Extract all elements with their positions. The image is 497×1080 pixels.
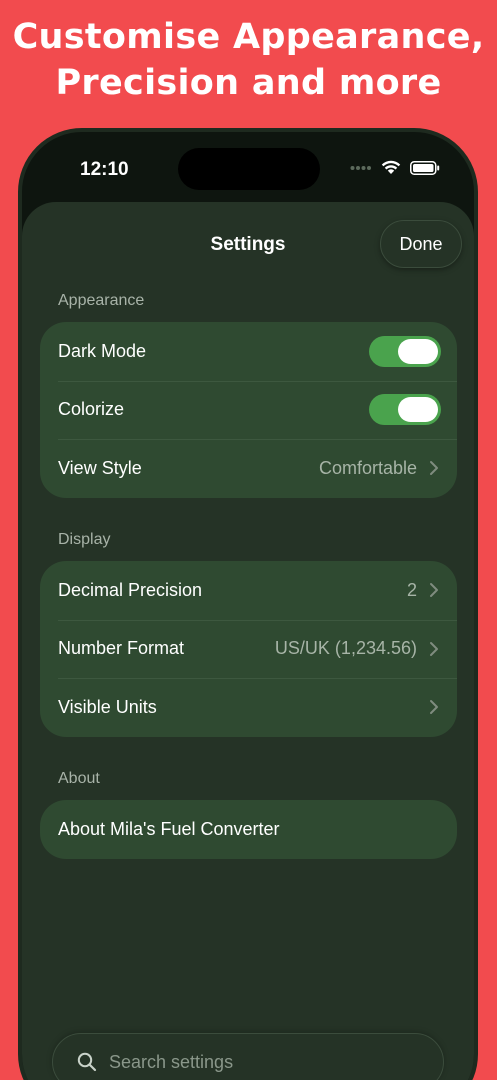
row-about-app[interactable]: About Mila's Fuel Converter bbox=[40, 800, 457, 859]
status-time: 12:10 bbox=[80, 159, 129, 180]
chevron-right-icon bbox=[430, 461, 438, 476]
toggle-knob bbox=[398, 397, 438, 423]
status-icons bbox=[350, 160, 440, 175]
battery-icon bbox=[410, 160, 440, 175]
about-group: About Mila's Fuel Converter bbox=[40, 800, 457, 859]
promo-headline: Customise Appearance, Precision and more bbox=[0, 14, 497, 106]
dynamic-island bbox=[178, 148, 320, 190]
headline-line-1: Customise Appearance, bbox=[12, 17, 485, 57]
search-bar bbox=[52, 1033, 444, 1080]
view-style-value: Comfortable bbox=[318, 457, 417, 478]
number-format-value: US/UK (1,234.56) bbox=[274, 638, 417, 659]
status-bar: 12:10 bbox=[22, 132, 474, 204]
done-button[interactable]: Done bbox=[380, 220, 462, 268]
row-dark-mode: Dark Mode bbox=[40, 322, 457, 381]
visible-units-label: Visible Units bbox=[58, 696, 157, 717]
dark-mode-label: Dark Mode bbox=[58, 340, 147, 361]
number-format-label: Number Format bbox=[58, 638, 185, 659]
decimal-precision-label: Decimal Precision bbox=[58, 579, 203, 600]
row-decimal-precision[interactable]: Decimal Precision 2 bbox=[40, 561, 457, 620]
section-label-appearance: Appearance bbox=[58, 292, 145, 309]
wifi-icon bbox=[381, 160, 401, 174]
display-group: Decimal Precision 2 Number Format US/UK … bbox=[40, 561, 457, 737]
row-view-style[interactable]: View Style Comfortable bbox=[40, 439, 457, 498]
chevron-right-icon bbox=[430, 583, 438, 598]
row-colorize: Colorize bbox=[40, 380, 457, 440]
toggle-knob bbox=[398, 338, 438, 364]
section-label-display: Display bbox=[58, 531, 111, 548]
chevron-right-icon bbox=[430, 641, 438, 656]
settings-sheet: Settings Done Appearance Dark Mode Color… bbox=[22, 202, 474, 1080]
row-number-format[interactable]: Number Format US/UK (1,234.56) bbox=[40, 619, 457, 679]
about-app-label: About Mila's Fuel Converter bbox=[58, 818, 280, 839]
search-input[interactable] bbox=[109, 1051, 409, 1073]
appearance-group: Dark Mode Colorize View Style Comfortabl… bbox=[40, 322, 457, 498]
dark-mode-toggle[interactable] bbox=[369, 335, 441, 367]
view-style-label: View Style bbox=[58, 457, 142, 478]
section-label-about: About bbox=[58, 770, 100, 787]
signal-icon bbox=[350, 165, 371, 170]
headline-line-2: Precision and more bbox=[55, 63, 442, 103]
chevron-right-icon bbox=[430, 700, 438, 715]
search-icon bbox=[77, 1052, 97, 1072]
phone-frame: 12:10 Settings Done Appearance Dark Mode… bbox=[18, 128, 478, 1080]
row-visible-units[interactable]: Visible Units bbox=[40, 678, 457, 737]
colorize-label: Colorize bbox=[58, 399, 125, 420]
colorize-toggle[interactable] bbox=[369, 394, 441, 426]
decimal-precision-value: 2 bbox=[406, 579, 417, 600]
